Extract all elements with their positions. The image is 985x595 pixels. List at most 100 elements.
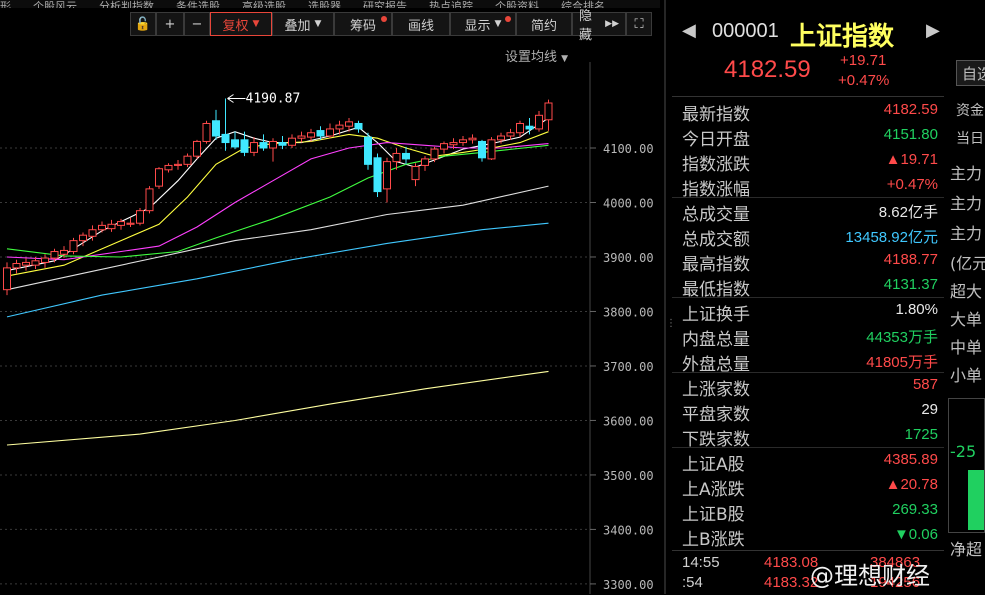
stat-row: 指数涨幅 +0.47% (672, 173, 944, 200)
lock-button[interactable]: 🔓 (130, 12, 156, 36)
candle-body (278, 142, 287, 146)
candle-body (326, 128, 334, 137)
stat-value: 8.62亿手 (878, 204, 938, 221)
zoom-out-button[interactable]: − (184, 12, 210, 36)
candle (250, 137, 258, 157)
menu-item[interactable]: 个股资料 (495, 0, 539, 8)
candle-body (421, 158, 429, 166)
candle-body (88, 229, 97, 237)
candle-body (60, 249, 68, 255)
candle (126, 217, 135, 228)
candle-body (440, 143, 448, 150)
display-dropdown[interactable]: 显示 ▼ (450, 12, 516, 36)
candle (278, 136, 287, 150)
candle (487, 137, 496, 160)
candle (136, 207, 144, 226)
candle (50, 248, 59, 263)
divider (672, 96, 944, 97)
stat-value: 1.80% (895, 301, 938, 318)
menu-item[interactable]: 热点追踪 (429, 0, 473, 8)
fund-flow-label: 小单 (950, 366, 983, 385)
candle-body (383, 161, 391, 190)
tick-time: 14:55 (682, 554, 720, 571)
chevron-down-icon: ▼ (494, 19, 502, 29)
candle-body (525, 125, 534, 130)
y-tick-label: 3600.00 (603, 414, 654, 428)
menu-item[interactable]: 分析判指数 (99, 0, 154, 8)
menu-item[interactable]: 个股风云 (33, 0, 77, 8)
candle-body (316, 130, 325, 137)
menu-item[interactable]: 形 (0, 0, 11, 8)
zoom-in-button[interactable]: + (156, 12, 184, 36)
candle (221, 98, 230, 151)
candles (3, 98, 553, 296)
stat-row: 最低指数 4131.37 (672, 273, 944, 300)
candle (164, 163, 173, 173)
stat-row: 指数涨跌 ▲19.71 (672, 148, 944, 175)
stat-value: 4188.77 (883, 251, 938, 268)
candle-body (487, 139, 496, 160)
candle-body (544, 102, 553, 121)
candle (373, 153, 382, 198)
fund-flow-label: 净超 (950, 540, 983, 559)
chips-button[interactable]: 筹码 (334, 12, 392, 36)
candle (430, 146, 439, 163)
stat-row: 总成交额 13458.92亿元 (672, 223, 944, 250)
stat-label: 平盘家数 (682, 405, 750, 425)
ma-line-ma5 (6, 117, 549, 272)
candle (468, 134, 477, 144)
candle (12, 259, 21, 274)
panel-divider[interactable] (664, 0, 666, 594)
y-tick-label: 4100.00 (603, 142, 654, 156)
tick-time: :54 (682, 574, 703, 591)
stat-value: +0.47% (886, 176, 938, 193)
menu-item[interactable]: 选股器 (308, 0, 341, 8)
next-stock-arrow[interactable]: ▶ (926, 20, 940, 41)
y-tick-label: 3900.00 (603, 251, 654, 265)
candle (212, 109, 220, 140)
candle-body (12, 263, 21, 269)
stat-row: 总成交量 8.62亿手 (672, 198, 944, 225)
fund-flow-label: 主力 (950, 194, 983, 213)
fund-flow-chart (948, 398, 985, 533)
overlay-dropdown[interactable]: 叠加 ▼ (272, 12, 334, 36)
y-tick-label: 3800.00 (603, 305, 654, 319)
candle-body (41, 257, 49, 263)
stat-value: 4151.80 (883, 126, 938, 143)
high-annotation: 4190.87 (227, 91, 300, 106)
stat-value: 4182.59 (883, 101, 938, 118)
fund-flow-label: 资金 (956, 103, 984, 119)
fund-flow-label: (亿元) (950, 254, 985, 273)
fund-flow-panel: 自选 资金当日主力主力主力(亿元)超大大单中单小单-25净超 (948, 0, 985, 594)
candle (231, 131, 239, 150)
lock-icon: 🔓 (134, 16, 152, 32)
fuquan-dropdown[interactable]: 复权 ▼ (210, 12, 272, 36)
draw-line-button[interactable]: 画线 (392, 12, 450, 36)
menu-item[interactable]: 条件选股 (176, 0, 220, 8)
chevron-down-icon: ▼ (252, 19, 260, 29)
ma-line-ma60 (6, 185, 549, 291)
menu-item[interactable]: 研究报告 (363, 0, 407, 8)
stat-value: 587 (912, 376, 938, 393)
y-tick-label: 3300.00 (603, 578, 654, 592)
candle-body (79, 234, 87, 242)
candle (516, 120, 524, 138)
candle-body (468, 137, 477, 141)
weibo-watermark: @理想财经 (810, 562, 930, 590)
stat-value: 44353万手 (866, 329, 938, 346)
ma-line-ma20 (6, 142, 549, 261)
add-watchlist-button[interactable]: 自选 (956, 60, 985, 86)
prev-stock-arrow[interactable]: ◀ (682, 20, 696, 41)
simple-mode-button[interactable]: 简约 (516, 12, 572, 36)
fullscreen-button[interactable]: ⛶ (626, 12, 652, 36)
hide-button[interactable]: 隐藏 ▶▶ (572, 9, 626, 43)
candle-body (231, 139, 239, 148)
stat-row: 平盘家数 29 (672, 398, 944, 425)
kline-chart[interactable]: 4100.00 4000.00 3900.00 3800.00 3700.00 3600.… (0, 62, 664, 594)
candle (41, 254, 49, 268)
candle-body (69, 240, 78, 253)
candle (364, 132, 372, 170)
menu-item[interactable]: 高级选股 (242, 0, 286, 8)
stat-label: 今日开盘 (682, 130, 750, 150)
notification-dot-icon (381, 16, 387, 22)
